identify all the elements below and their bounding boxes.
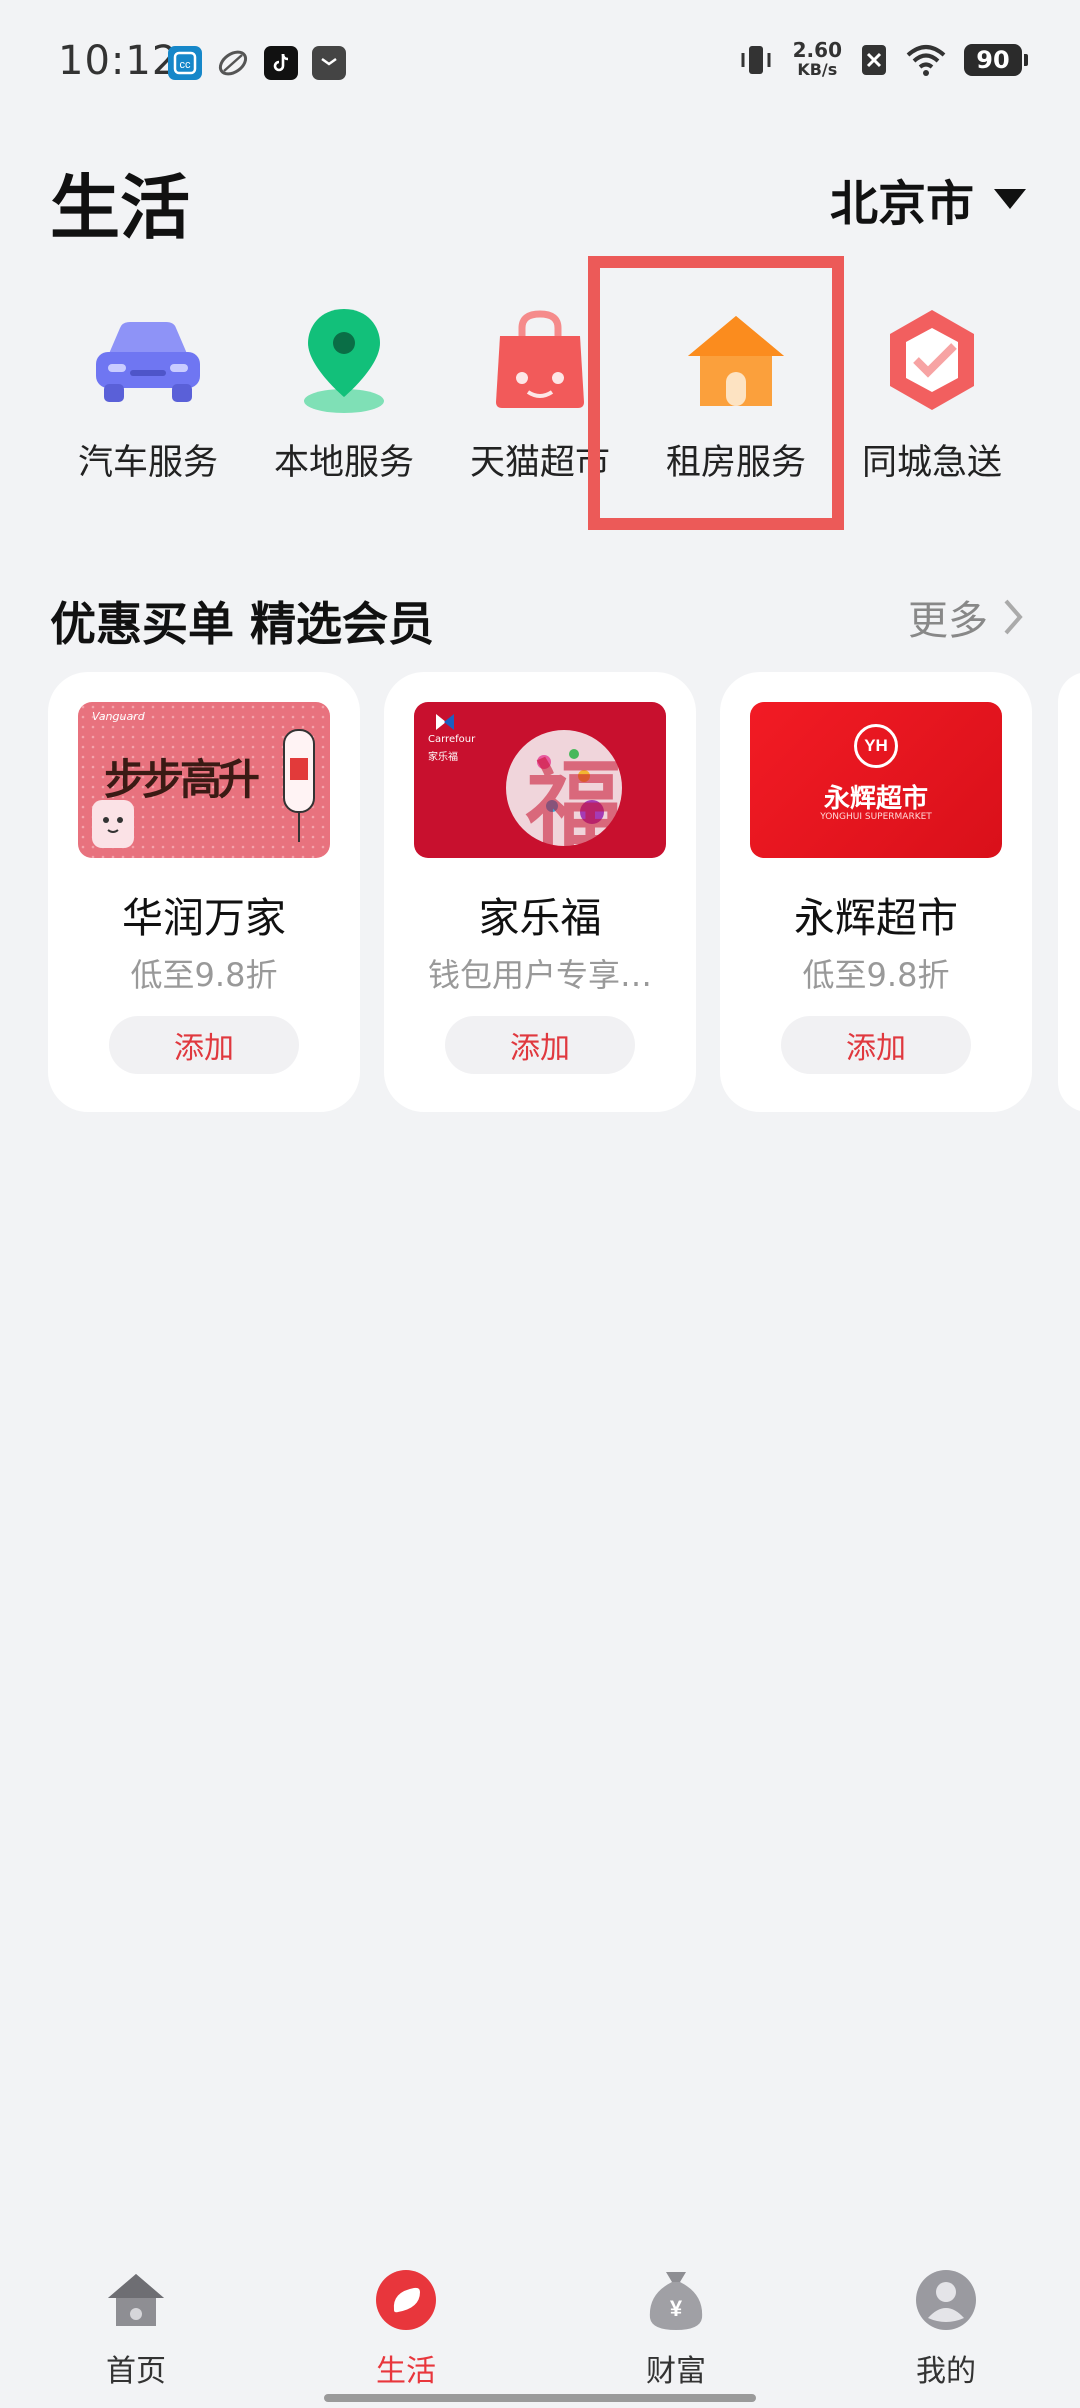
service-label: 汽车服务 [77,443,218,483]
dropdown-triangle-icon [994,189,1026,209]
merchant-card-huarun[interactable]: Vanguard 步步高升 华润万家 低至9.8折 添加 [48,672,360,1112]
wifi-icon [906,45,946,76]
add-button[interactable]: 添加 [781,1016,971,1074]
network-speed-value: 2.60 [792,38,842,62]
card-name: 永辉超市 [794,894,958,942]
merchant-card-yonghui[interactable]: YH 永辉超市 YONGHUI SUPERMARKET 永辉超市 低至9.8折 … [720,672,1032,1112]
service-rental[interactable]: 租房服务 [638,300,834,490]
shopping-bag-icon [480,300,600,420]
vibrate-icon [741,46,771,74]
huarun-art-text: 步步高升 [104,755,260,804]
city-selector[interactable]: 北京市 [830,164,1026,234]
bottom-nav: 首页 生活 ¥ 财富 我的 [0,2250,1080,2408]
carrefour-brand-text: Carrefour [428,734,476,745]
carrefour-art-text: 福 [526,749,622,858]
svg-text:cc: cc [180,59,192,71]
service-car[interactable]: 汽车服务 [50,300,246,490]
service-shortcuts: 汽车服务 本地服务 天猫超市 租房服务 同城急送 [50,300,1030,500]
card-desc: 钱包用户专享… [427,956,652,994]
notification-icons: cc [168,46,346,80]
nav-label: 首页 [106,2354,166,2389]
service-tmall[interactable]: 天猫超市 [442,300,638,490]
home-icon [104,2268,168,2332]
life-icon [374,2268,438,2332]
app-notification-icon: cc [168,46,202,80]
status-time: 10:12 [58,38,179,84]
house-icon [676,300,796,420]
yonghui-brand-text: 永辉超市 [823,784,928,814]
merchant-cards: Vanguard 步步高升 华润万家 低至9.8折 添加 Carrefour 家… [48,672,1080,1112]
card-desc: 低至9.8折 [130,956,278,994]
location-pin-icon [284,300,404,420]
yonghui-card-image: YH 永辉超市 YONGHUI SUPERMARKET [750,702,1002,858]
card-name: 家乐福 [478,894,602,942]
carrefour-brand-sub: 家乐福 [428,752,458,763]
section-title: 优惠买单 精选会员 [50,597,435,651]
money-bag-icon: ¥ [644,2268,708,2332]
car-icon [88,300,208,420]
more-link[interactable]: 更多 [908,588,1024,646]
profile-icon [914,2268,978,2332]
yonghui-logo: YH [854,724,898,768]
service-local[interactable]: 本地服务 [246,300,442,490]
merchant-card-next[interactable] [1058,672,1080,1112]
nav-label: 生活 [376,2354,436,2389]
nav-label: 我的 [916,2354,976,2389]
yonghui-logo-text: YH [864,736,888,755]
tiktok-icon [264,46,298,80]
service-label: 天猫超市 [469,443,610,483]
network-speed-unit: KB/s [797,60,838,79]
merchant-card-carrefour[interactable]: Carrefour 家乐福 福 家乐福 钱包用户专享… 添加 [384,672,696,1112]
service-label: 本地服务 [273,443,414,483]
battery-indicator: 90 [964,44,1028,76]
status-indicators: 2.60 KB/s 90 [737,40,1028,80]
nav-item-home[interactable]: 首页 [56,2268,216,2390]
no-sim-icon [862,45,886,75]
city-name: 北京市 [829,176,974,232]
status-bar: 10:12 cc 2.60 KB/s 90 [0,0,1080,130]
nav-label: 财富 [646,2354,706,2389]
nav-item-wealth[interactable]: ¥ 财富 [596,2268,756,2390]
life-page: 10:12 cc 2.60 KB/s 90 生活 北京市 汽车服务 本地服务 天… [0,0,1080,2408]
card-name: 华润万家 [122,894,286,942]
add-button[interactable]: 添加 [109,1016,299,1074]
service-label: 同城急送 [861,443,1002,483]
add-button[interactable]: 添加 [445,1016,635,1074]
nav-item-life[interactable]: 生活 [326,2268,486,2390]
nav-item-mine[interactable]: 我的 [866,2268,1026,2390]
page-title: 生活 [50,167,190,249]
card-desc: 低至9.8折 [802,956,950,994]
network-speed: 2.60 KB/s [793,40,842,80]
message-app-icon [312,46,346,80]
more-label: 更多 [908,598,988,644]
svg-text:¥: ¥ [670,2296,683,2321]
huarun-card-image: Vanguard 步步高升 [78,702,330,858]
service-express[interactable]: 同城急送 [834,300,1030,490]
carrefour-card-image: Carrefour 家乐福 福 [414,702,666,858]
chevron-right-icon [1004,599,1023,635]
home-indicator[interactable] [324,2394,756,2402]
yonghui-brand-sub: YONGHUI SUPERMARKET [820,812,932,822]
delivery-cube-icon [872,300,992,420]
service-label: 租房服务 [665,443,806,483]
leaf-app-icon [216,46,250,80]
huarun-brand-text: Vanguard [92,710,145,723]
